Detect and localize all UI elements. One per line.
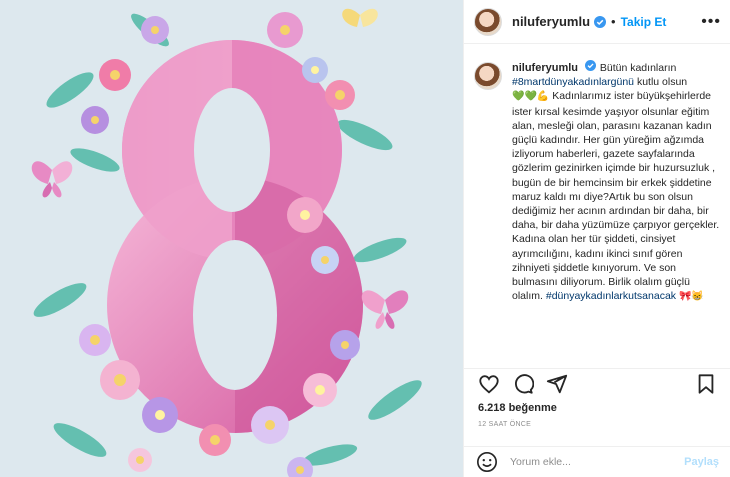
like-count[interactable]: 6.218 beğenme: [478, 402, 557, 414]
caption-username[interactable]: niluferyumlu: [512, 62, 578, 74]
comment-input[interactable]: [510, 456, 675, 468]
caption-avatar[interactable]: [474, 62, 502, 90]
caption: niluferyumlu Bütün kadınların #8martdüny…: [464, 60, 730, 362]
caption-emojis: 💚💚💪: [512, 91, 550, 103]
more-options-icon[interactable]: •••: [701, 13, 721, 31]
hashtag-link[interactable]: #8martdünyakadınlargünü: [512, 76, 634, 88]
username[interactable]: niluferyumlu: [512, 14, 590, 29]
action-bar: [464, 368, 730, 398]
womens-day-illustration: [0, 0, 463, 477]
verified-badge-icon: [594, 15, 607, 28]
caption-line2: kutlu olsun: [636, 76, 688, 89]
separator-dot: •: [611, 14, 616, 29]
comment-box: Paylaş: [464, 446, 730, 477]
post-image[interactable]: [0, 0, 463, 477]
hashtag-link-2[interactable]: #dünyaykadınlarkutsanacak: [546, 290, 676, 302]
post-header: niluferyumlu • Takip Et •••: [464, 0, 730, 44]
caption-end-emojis: 🎀😸: [678, 291, 704, 303]
bookmark-icon[interactable]: [695, 373, 717, 395]
post-comment-button[interactable]: Paylaş: [684, 456, 719, 468]
post-sidebar: niluferyumlu • Takip Et ••• niluferyumlu…: [463, 0, 730, 477]
caption-text: Kadınlarımız ister büyükşehirlerde ister…: [512, 90, 720, 303]
caption-line1: Bütün kadınların: [599, 62, 677, 74]
verified-badge-icon: [584, 60, 597, 72]
post-timestamp[interactable]: 12 SAAT ÖNCE: [478, 421, 531, 428]
avatar[interactable]: [474, 7, 502, 36]
caption-body: niluferyumlu Bütün kadınların #8martdüny…: [512, 60, 721, 362]
comment-icon[interactable]: [512, 373, 534, 395]
send-icon[interactable]: [546, 373, 568, 395]
heart-icon[interactable]: [478, 373, 500, 395]
emoji-smile-icon[interactable]: [476, 451, 498, 473]
follow-button[interactable]: Takip Et: [621, 15, 667, 29]
